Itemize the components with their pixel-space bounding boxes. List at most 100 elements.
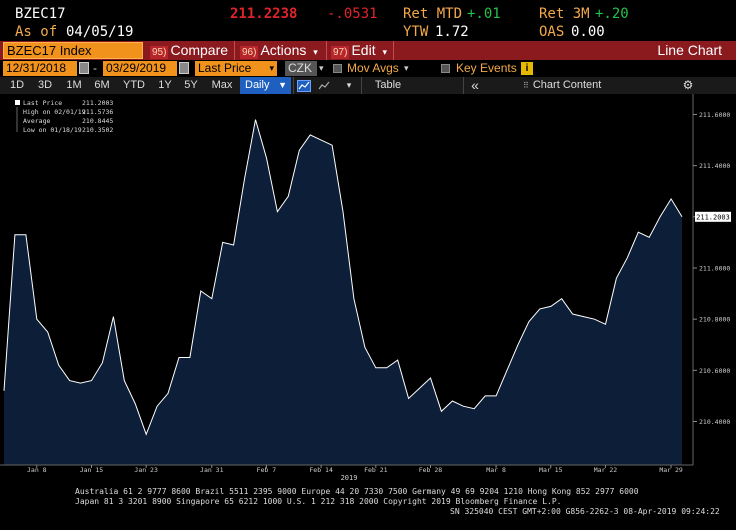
- field-select[interactable]: Last Price ▾: [195, 61, 277, 76]
- y-tick-label: 210.4000: [699, 418, 730, 426]
- x-tick-label: Jan 31: [200, 466, 224, 474]
- ret-3m-value: +.20: [595, 6, 629, 22]
- period-5y-button[interactable]: 5Y: [180, 77, 202, 94]
- currency-select-value: CZK: [288, 61, 312, 75]
- legend-last-price-value: 211.2003: [82, 99, 113, 107]
- security-input[interactable]: BZEC17 Index: [3, 42, 143, 59]
- actions-menu-button[interactable]: 96) Actions ▾: [240, 41, 318, 60]
- chevron-down-icon: ▾: [319, 63, 324, 73]
- period-1y-button[interactable]: 1Y: [154, 77, 176, 94]
- legend-high-value: 211.5736: [82, 108, 113, 116]
- ticker-symbol: BZEC17: [15, 6, 66, 22]
- frequency-select[interactable]: Daily ▼: [240, 77, 291, 94]
- y-tick-label: 211.0000: [699, 264, 730, 272]
- currency-select[interactable]: CZK: [285, 61, 317, 76]
- start-date-field[interactable]: 12/31/2018: [3, 61, 77, 76]
- mov-avgs-checkbox[interactable]: [333, 64, 342, 73]
- compare-label: Compare: [170, 42, 229, 58]
- mov-avgs-label: Mov Avgs: [347, 61, 399, 75]
- edit-shortcut: 97): [331, 46, 350, 59]
- grip-icon: ⠿: [523, 81, 529, 90]
- ret-mtd-value: +.01: [467, 6, 501, 22]
- compare-shortcut: 95): [150, 46, 169, 59]
- x-tick-label: Feb 21: [364, 466, 388, 474]
- chart-content-button[interactable]: ⠿ Chart Content: [523, 77, 623, 94]
- footer-contacts-2: Japan 81 3 3201 8900 Singapore 65 6212 1…: [75, 497, 562, 506]
- chart-type-icon[interactable]: [316, 77, 332, 94]
- period-divider: [293, 77, 294, 94]
- compare-button[interactable]: 95) Compare: [150, 41, 228, 60]
- ytw-value: 1.72: [435, 24, 469, 40]
- period-1d-button[interactable]: 1D: [6, 77, 28, 94]
- info-icon[interactable]: i: [521, 62, 533, 75]
- period-3d-button[interactable]: 3D: [33, 77, 57, 94]
- x-tick-label: Feb 14: [309, 466, 333, 474]
- footer-session: SN 325040 CEST GMT+2:00 G856-2262-3 08-A…: [450, 507, 720, 516]
- legend-low-value: 210.3502: [82, 126, 113, 134]
- actions-shortcut: 96): [240, 46, 259, 59]
- function-toolbar: BZEC17 Index 95) Compare 96) Actions ▾ 97)…: [0, 41, 736, 60]
- x-tick-label: Mar 22: [594, 466, 618, 474]
- y-tick-label: 210.8000: [699, 316, 730, 324]
- y-tick-label: 211.4000: [699, 162, 730, 170]
- legend-swatch: [15, 100, 20, 105]
- period-ytd-button[interactable]: YTD: [118, 77, 150, 94]
- chart-content-label: Chart Content: [532, 79, 602, 91]
- x-year-label: 2019: [341, 474, 358, 482]
- y-tick-label: 210.6000: [699, 367, 730, 375]
- x-tick-label: Feb 7: [257, 466, 277, 474]
- chevron-down-icon: ▼: [278, 80, 287, 90]
- period-6m-button[interactable]: 6M: [90, 77, 114, 94]
- chevron-down-icon[interactable]: ▾: [342, 77, 356, 94]
- actions-label: Actions: [260, 42, 307, 58]
- end-date-field[interactable]: 03/29/2019: [103, 61, 177, 76]
- footer-contacts-1: Australia 61 2 9777 8600 Brazil 5511 239…: [75, 487, 639, 496]
- period-1m-button[interactable]: 1M: [62, 77, 86, 94]
- calendar-icon[interactable]: [179, 62, 189, 74]
- gear-icon[interactable]: ⚙: [680, 77, 696, 94]
- legend-high-label: High on 02/01/19: [23, 108, 86, 116]
- legend-last-price-label: Last Price: [23, 99, 62, 107]
- edit-menu-button[interactable]: 97) Edit ▾: [331, 41, 387, 60]
- last-value-label: 211.2003: [696, 213, 730, 221]
- key-events-label: Key Events: [456, 61, 517, 75]
- x-tick-label: Feb 28: [419, 466, 443, 474]
- field-select-value: Last Price: [198, 61, 252, 75]
- x-tick-label: Mar 29: [659, 466, 683, 474]
- frequency-value: Daily: [245, 79, 270, 91]
- price-change: -.0531: [327, 6, 378, 22]
- chart-settings-bar: 12/31/2018 - 03/29/2019 Last Price ▾ CZK…: [0, 60, 736, 77]
- period-max-button[interactable]: Max: [207, 77, 237, 94]
- toolbar-divider: [234, 41, 235, 60]
- date-range-dash: -: [93, 61, 97, 75]
- line-chart-icon[interactable]: [296, 77, 312, 94]
- x-tick-label: Jan 23: [134, 466, 158, 474]
- x-tick-label: Jan 8: [27, 466, 47, 474]
- legend-average-label: Average: [23, 117, 50, 125]
- period-divider: [463, 77, 464, 94]
- price-chart[interactable]: 211.6000211.4000211.2000211.0000210.8000…: [0, 94, 736, 482]
- toolbar-divider: [393, 41, 394, 60]
- ret-3m-label: Ret 3M: [539, 6, 590, 22]
- as-of-date: 04/05/19: [66, 24, 134, 40]
- key-events-checkbox[interactable]: [441, 64, 450, 73]
- chevron-down-icon: ▾: [313, 47, 318, 57]
- legend-low-label: Low on 01/18/19: [23, 126, 82, 134]
- period-divider: [361, 77, 362, 94]
- x-tick-label: Jan 15: [80, 466, 104, 474]
- ytw-label: YTW: [403, 24, 429, 40]
- calendar-icon[interactable]: [79, 62, 89, 74]
- oas-label: OAS: [539, 24, 565, 40]
- chevron-down-icon: ▾: [269, 63, 274, 73]
- legend-average-value: 210.8445: [82, 117, 113, 125]
- table-button[interactable]: Table: [364, 77, 412, 94]
- x-tick-label: Mar 15: [539, 466, 563, 474]
- chevron-down-icon: ▾: [382, 47, 387, 57]
- last-value-marker: 211.2003: [695, 211, 731, 222]
- as-of-label: As of: [15, 24, 58, 40]
- edit-label: Edit: [351, 42, 376, 58]
- x-tick-label: Mar 8: [486, 466, 506, 474]
- toolbar-divider: [326, 41, 327, 60]
- collapse-icon[interactable]: «: [466, 77, 484, 94]
- header-row-1: BZEC17 211.2238 -.0531 Ret MTD +.01 Ret …: [0, 4, 736, 24]
